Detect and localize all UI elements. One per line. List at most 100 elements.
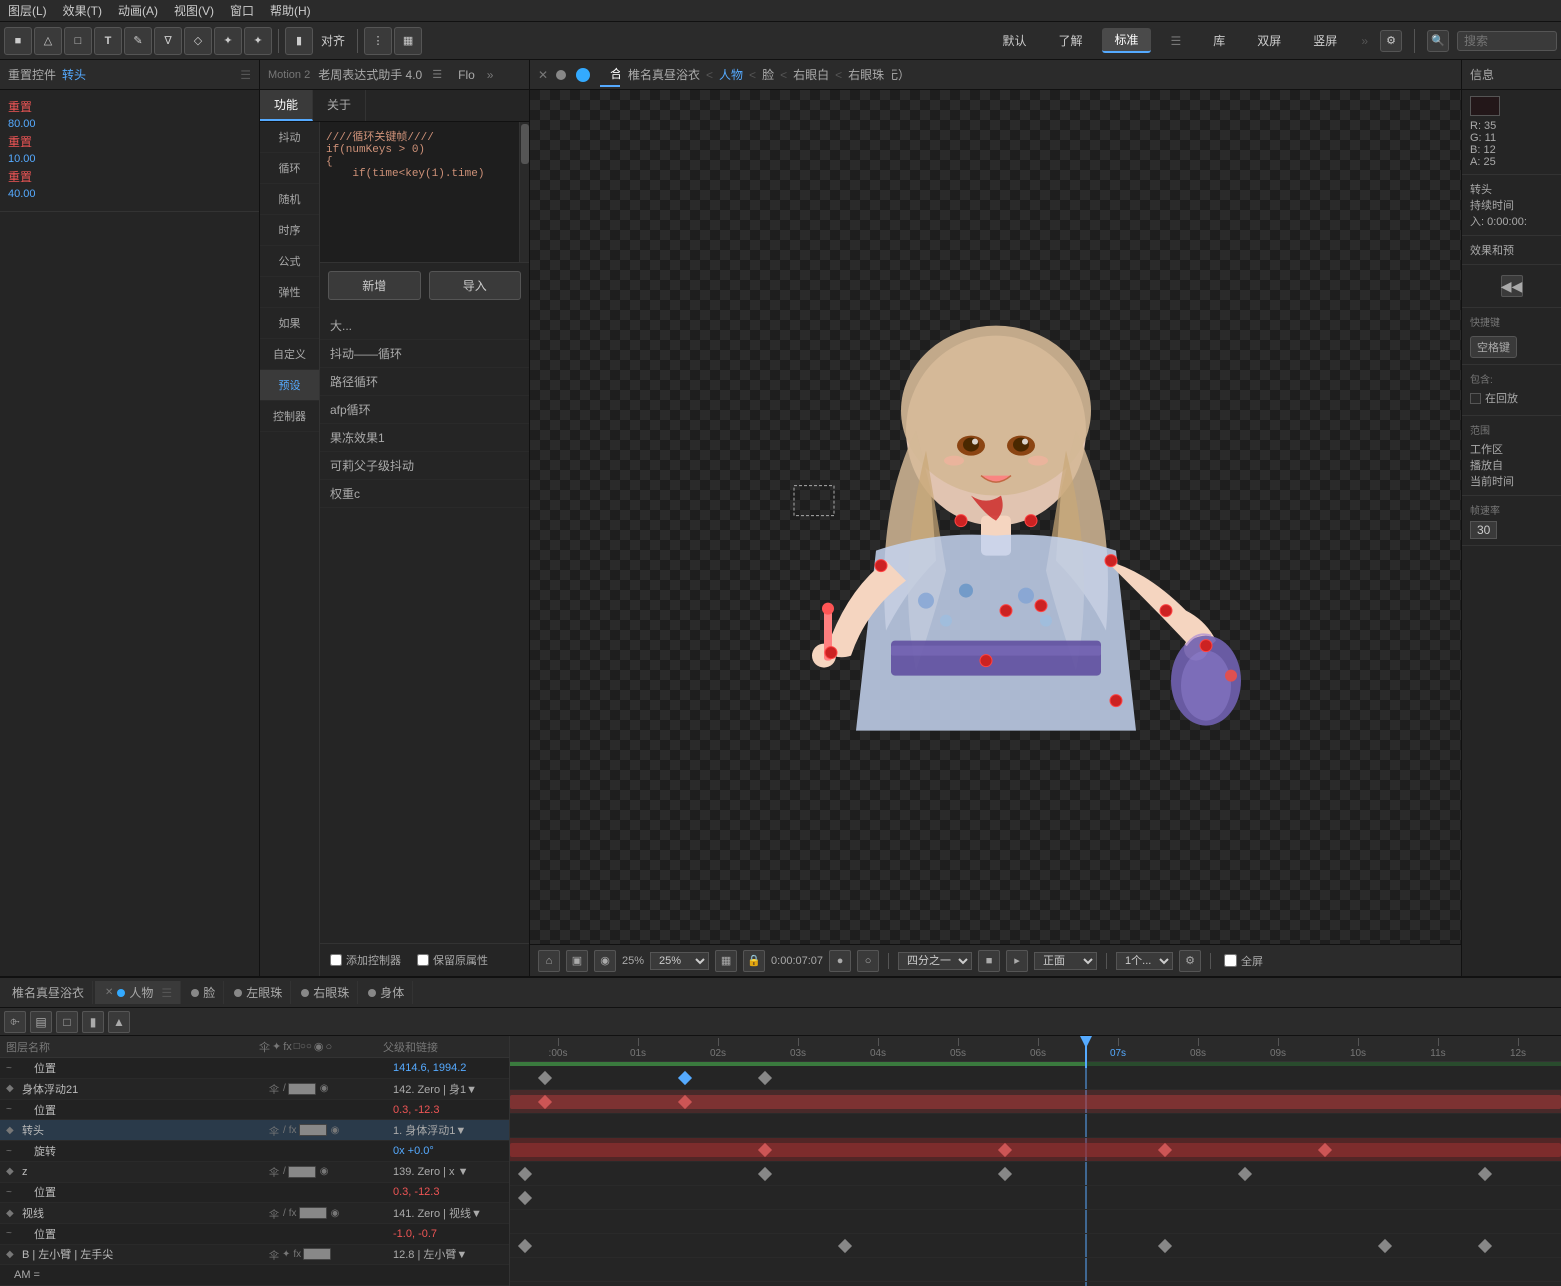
kf-r-5[interactable] bbox=[1478, 1166, 1492, 1180]
tool-text[interactable]: T bbox=[94, 27, 122, 55]
tl-tab-lefteye[interactable]: 左眼珠 bbox=[226, 981, 291, 1004]
tool-snapping[interactable]: ⋮ bbox=[364, 27, 392, 55]
reset-btn-3[interactable]: 重置 bbox=[8, 168, 251, 185]
tool-grid[interactable]: ▦ bbox=[394, 27, 422, 55]
nav-tab-dual[interactable]: 双屏 bbox=[1245, 29, 1293, 52]
tool-rotate[interactable]: △ bbox=[34, 27, 62, 55]
sidebar-shake[interactable]: 抖动 bbox=[260, 122, 319, 153]
search-btn[interactable]: 🔍 bbox=[1427, 30, 1449, 52]
list-item-6[interactable]: 可莉父子级抖动 bbox=[320, 452, 529, 480]
code-scrollbar[interactable] bbox=[519, 122, 529, 262]
code-editor[interactable]: ////循环关键帧//// if(numKeys > 0) { if(time<… bbox=[320, 122, 519, 262]
layer-row-headturn[interactable]: ◆ 转头 伞 / fx ◉ 1. 身体浮动1▼ bbox=[0, 1120, 509, 1141]
expr-motion2[interactable]: Motion 2 bbox=[268, 69, 310, 81]
vp-lock-btn[interactable]: 🔒 bbox=[743, 950, 765, 972]
add-controller-input[interactable] bbox=[330, 954, 342, 966]
kf-g-2[interactable] bbox=[838, 1238, 852, 1252]
tl-tab-righteye[interactable]: 右眼珠 bbox=[293, 981, 358, 1004]
parent-headturn[interactable]: 1. 身体浮动1▼ bbox=[389, 1122, 509, 1138]
kf-r-1[interactable] bbox=[518, 1166, 532, 1180]
tl-mask-btn[interactable]: ▲ bbox=[108, 1011, 130, 1033]
framerate-value[interactable]: 30 bbox=[1470, 521, 1497, 539]
breadcrumb-root[interactable]: 椎名真昼浴衣 bbox=[628, 66, 700, 83]
quality-select[interactable]: 四分之一 二分之一 完整 bbox=[898, 952, 972, 970]
tool-paint[interactable]: ◇ bbox=[184, 27, 212, 55]
tool-scale[interactable]: □ bbox=[64, 27, 92, 55]
reset-btn-1[interactable]: 重置 bbox=[8, 98, 251, 115]
tl-tab-face[interactable]: 脸 bbox=[183, 981, 224, 1004]
expr-flo[interactable]: Flo bbox=[458, 68, 475, 82]
kf-1-2[interactable] bbox=[678, 1070, 692, 1084]
list-item-4[interactable]: afp循环 bbox=[320, 396, 529, 424]
vp-mask-btn[interactable]: ◉ bbox=[594, 950, 616, 972]
tl-tab-body[interactable]: 身体 bbox=[360, 981, 413, 1004]
kf-r-2[interactable] bbox=[758, 1166, 772, 1180]
nav-tab-learn[interactable]: 了解 bbox=[1046, 29, 1094, 52]
kf-g-1[interactable] bbox=[518, 1238, 532, 1252]
loopback-checkbox[interactable] bbox=[1470, 393, 1481, 404]
sidebar-seq[interactable]: 时序 bbox=[260, 215, 319, 246]
vp-lock-icon[interactable] bbox=[576, 68, 590, 82]
menu-item-help[interactable]: 帮助(H) bbox=[270, 2, 311, 19]
fullscreen-input[interactable] bbox=[1224, 954, 1237, 967]
settings-btn[interactable]: ⚙ bbox=[1380, 30, 1402, 52]
tl-parent-btn[interactable]: ⌱ bbox=[4, 1011, 26, 1033]
sidebar-if[interactable]: 如果 bbox=[260, 308, 319, 339]
sidebar-random[interactable]: 随机 bbox=[260, 184, 319, 215]
add-controller-checkbox[interactable]: 添加控制器 bbox=[330, 952, 401, 968]
vp-home-btn[interactable]: ⌂ bbox=[538, 950, 560, 972]
sidebar-controller[interactable]: 控制器 bbox=[260, 401, 319, 432]
kf-1-3[interactable] bbox=[758, 1070, 772, 1084]
layer-row-gaze[interactable]: ◆ 视线 伞 / fx ◉ 141. Zero | 视线▼ bbox=[0, 1203, 509, 1224]
fullscreen-checkbox[interactable]: 全屏 bbox=[1224, 953, 1263, 969]
kf-r-3[interactable] bbox=[998, 1166, 1012, 1180]
layer-row-pos4[interactable]: ~ 位置 -1.0, -0.7 bbox=[0, 1224, 509, 1245]
kf-z-1[interactable] bbox=[518, 1190, 532, 1204]
expr-more[interactable]: » bbox=[487, 68, 494, 82]
layer-row-body21[interactable]: ◆ 身体浮动21 伞 / ◉ 142. Zero | 身1▼ bbox=[0, 1079, 509, 1100]
tool-clone[interactable]: ✦ bbox=[214, 27, 242, 55]
add-btn[interactable]: 新增 bbox=[328, 271, 421, 300]
vp-close-icon[interactable]: ✕ bbox=[538, 68, 548, 82]
list-item-5[interactable]: 果冻效果1 bbox=[320, 424, 529, 452]
tl-close-icon[interactable]: ✕ bbox=[105, 987, 113, 998]
breadcrumb-person[interactable]: 人物 bbox=[719, 66, 743, 83]
shortcut-key[interactable]: 空格键 bbox=[1470, 336, 1517, 358]
sidebar-custom[interactable]: 自定义 bbox=[260, 339, 319, 370]
menu-item-view[interactable]: 视图(V) bbox=[174, 2, 214, 19]
tool-pen[interactable]: ✎ bbox=[124, 27, 152, 55]
vp-viewer-btn[interactable]: ■ bbox=[978, 950, 1000, 972]
nav-overflow[interactable]: » bbox=[1361, 34, 1368, 48]
list-item-7[interactable]: 权重c bbox=[320, 480, 529, 508]
list-item-3[interactable]: 路径循环 bbox=[320, 368, 529, 396]
sidebar-loop[interactable]: 循环 bbox=[260, 153, 319, 184]
nav-tab-vertical[interactable]: 竖屏 bbox=[1301, 29, 1349, 52]
sidebar-formula[interactable]: 公式 bbox=[260, 246, 319, 277]
sidebar-spring[interactable]: 弹性 bbox=[260, 277, 319, 308]
tl-tab-yukata[interactable]: 椎名真昼浴衣 bbox=[4, 981, 93, 1004]
kf-g-3[interactable] bbox=[1158, 1238, 1172, 1252]
breadcrumb-righteye[interactable]: 右眼白 bbox=[793, 66, 829, 83]
search-input[interactable] bbox=[1457, 31, 1557, 51]
list-item-1[interactable]: 大... bbox=[320, 312, 529, 340]
parent-z[interactable]: 139. Zero | x ▼ bbox=[389, 1166, 509, 1178]
nav-tab-standard[interactable]: 标准 bbox=[1102, 28, 1150, 53]
menu-item-effects[interactable]: 效果(T) bbox=[63, 2, 102, 19]
parent-body21[interactable]: 142. Zero | 身1▼ bbox=[389, 1081, 509, 1097]
zoom-select[interactable]: 25% 50% 100% bbox=[650, 952, 709, 970]
tool-select[interactable]: ■ bbox=[4, 27, 32, 55]
menu-item-animation[interactable]: 动画(A) bbox=[118, 2, 158, 19]
tl-copy-btn[interactable]: ▮ bbox=[82, 1011, 104, 1033]
expr-settings[interactable]: ☰ bbox=[432, 68, 442, 81]
left-panel-menu[interactable]: ☰ bbox=[240, 68, 251, 82]
import-btn[interactable]: 导入 bbox=[429, 271, 522, 300]
view-select[interactable]: 正面 左视图 bbox=[1034, 952, 1097, 970]
kf-g-4[interactable] bbox=[1378, 1238, 1392, 1252]
keep-attrs-checkbox[interactable]: 保留原属性 bbox=[417, 952, 488, 968]
layer-row-pos3[interactable]: ~ 位置 0.3, -12.3 bbox=[0, 1183, 509, 1204]
viewport-canvas[interactable] bbox=[530, 90, 1461, 944]
layer-row-z[interactable]: ◆ z 伞 / ◉ 139. Zero | x ▼ bbox=[0, 1162, 509, 1183]
tool-puppet[interactable]: ✦ bbox=[244, 27, 272, 55]
vp-view-btn[interactable]: ▣ bbox=[566, 950, 588, 972]
comp-count-select[interactable]: 1个... bbox=[1116, 952, 1173, 970]
